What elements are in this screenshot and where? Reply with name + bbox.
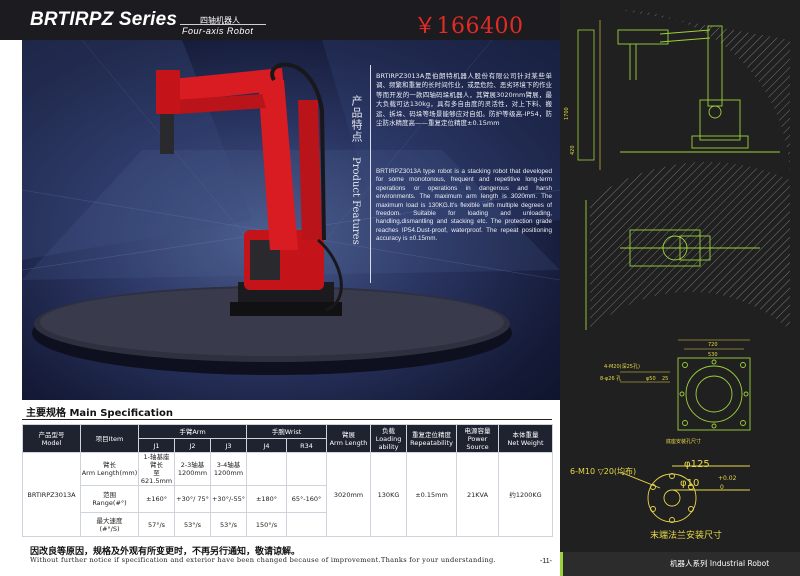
row-label: 最大速度 (#°/S) (80, 512, 139, 537)
drawing-footer-accent (560, 552, 563, 576)
dim-1700: 1700 (564, 107, 570, 120)
flange-tolerance-lower: 0 (720, 484, 724, 491)
cell-r34 (286, 452, 328, 486)
cell-r34 (286, 512, 328, 537)
header-loading: 负载 Loading ability (370, 424, 408, 453)
dim-phi50: φ50 (646, 376, 656, 382)
header-j2: J2 (174, 438, 211, 453)
table-row: BRTIRPZ3013A 臂长 Arm Length(mm) 1-轴基座 臂长 … (22, 452, 554, 537)
flange-diameter-10: φ10 (680, 478, 700, 489)
header-bar: BRTIRPZ Series 四轴机器人 Four-axis Robot ￥16… (0, 0, 560, 40)
catalog-page: BRTIRPZ Series 四轴机器人 Four-axis Robot ￥16… (0, 0, 800, 576)
cell-j3: 3-4轴基 1200mm (209, 452, 248, 486)
features-text-cn: BRTIRPZ3013A是伯朗特机器人股份有限公司针对某些单调、频繁和重复的长时… (376, 72, 552, 128)
subtitle-divider (180, 24, 266, 25)
cell-j4: ±180° (246, 485, 288, 513)
features-label-en: Product Features (350, 157, 361, 245)
spec-divider (22, 419, 552, 420)
header-arm: 手臂Arm (137, 424, 248, 439)
drawing-page: 1700 420 720 530 4-M20(深25孔) 8-φ26 孔 φ50… (560, 0, 800, 576)
dim-4m20: 4-M20(深25孔) (604, 363, 640, 370)
flange-tolerance-upper: +0.02 (718, 475, 737, 482)
cell-r34: 65°-160° (286, 485, 328, 513)
header-item: 项目Item (80, 424, 139, 453)
features-text-en: BRTIRPZ3013A type robot is a stacking ro… (376, 168, 552, 243)
header-weight: 本体重量 Net Weight (498, 424, 554, 453)
page-number: -11- (540, 558, 552, 565)
header-repeatability: 重复定位精度 Repeatability (406, 424, 458, 453)
price: ￥166400 (414, 14, 524, 39)
dim-530: 530 (708, 352, 718, 358)
flange-holes-note: 6-M10 ▽20(均布) (570, 467, 637, 476)
work-envelope-plan (590, 162, 790, 330)
dim-420: 420 (570, 145, 576, 155)
product-page: BRTIRPZ Series 四轴机器人 Four-axis Robot ￥16… (0, 0, 560, 576)
header-j3: J3 (209, 438, 248, 453)
model-cell: BRTIRPZ3013A (22, 452, 81, 537)
header-j1: J1 (138, 438, 175, 453)
arm-length-cell: 3020mm (326, 452, 372, 537)
repeatability-cell: ±0.15mm (406, 452, 458, 537)
product-features: 产品特点 Product Features BRTIRPZ3013A是伯朗特机器… (348, 65, 558, 285)
spec-heading: 主要规格 Main Specification (26, 408, 173, 419)
subtitle-en: Four-axis Robot (182, 26, 254, 36)
flange-diameter-125: φ125 (684, 459, 710, 470)
loading-cell: 130KG (370, 452, 408, 537)
base-plate-drawing (620, 339, 751, 431)
header-r34: R34 (286, 438, 328, 453)
cell-j4: 150°/s (246, 512, 288, 537)
header-wrist: 手腕Wrist (246, 424, 328, 439)
spec-table: 产品型号 Model 项目Item 手臂Arm 手腕Wrist 臂展 Arm L… (22, 424, 554, 537)
cell-j2: 53°/s (174, 512, 211, 537)
header-j4: J4 (246, 438, 288, 453)
power-cell: 21KVA (456, 452, 500, 537)
cell-j2: +30°/ 75° (174, 485, 211, 513)
row-label: 范围 Range(#°) (80, 485, 139, 513)
flange-caption: 末端法兰安装尺寸 (650, 531, 723, 541)
header-power: 电源容量 Power Source (456, 424, 500, 453)
header-arm-length: 臂展 Arm Length (326, 424, 372, 453)
base-caption: 底座安装孔尺寸 (666, 439, 702, 445)
cell-j3: +30°/-55° (209, 485, 248, 513)
cell-j1: ±160° (138, 485, 175, 513)
cell-j3: 53°/s (209, 512, 248, 537)
row-label: 臂长 Arm Length(mm) (80, 452, 139, 486)
notice-en: Without further notice if specification … (30, 556, 496, 564)
cell-j1: 1-轴基座 臂长 至621.5mm (138, 452, 175, 486)
weight-cell: 约1200KG (498, 452, 554, 537)
work-envelope-top (620, 10, 790, 180)
cell-j2: 2-3轴基 1200mm (174, 452, 211, 486)
header-model: 产品型号 Model (22, 424, 81, 453)
drawing-footer-text: 机器人系列 Industrial Robot (670, 559, 770, 568)
dim-8-26: 8-φ26 孔 (600, 375, 621, 382)
dim-720: 720 (708, 342, 718, 348)
cell-j1: 57°/s (138, 512, 175, 537)
robot-end-effector (160, 114, 174, 154)
dim-25: 25 (662, 376, 668, 382)
features-label-cn: 产品特点 (350, 95, 363, 143)
cell-j4 (246, 452, 288, 486)
series-title: BRTIRPZ Series (30, 9, 178, 30)
